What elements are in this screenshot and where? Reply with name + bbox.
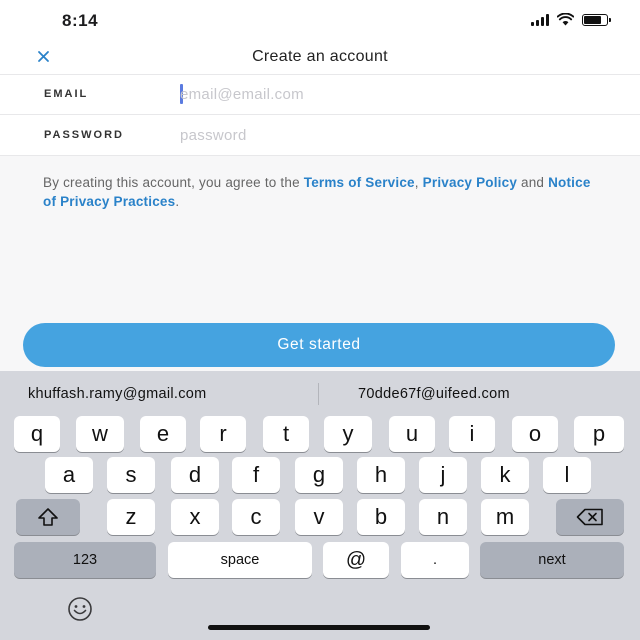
page-title: Create an account xyxy=(252,48,388,65)
legal-sep1: , xyxy=(414,175,423,190)
key-f[interactable]: f xyxy=(232,457,280,493)
password-field[interactable] xyxy=(180,123,600,147)
dot-key[interactable]: . xyxy=(401,542,469,578)
key-a[interactable]: a xyxy=(45,457,93,493)
key-z[interactable]: z xyxy=(107,499,155,535)
email-label: EMAIL xyxy=(44,88,89,100)
keyboard: khuffash.ramy@gmail.com 70dde67f@uifeed.… xyxy=(0,371,640,640)
legal-text: By creating this account, you agree to t… xyxy=(43,173,603,211)
key-g[interactable]: g xyxy=(295,457,343,493)
legal-suffix: . xyxy=(175,194,180,209)
key-o[interactable]: o xyxy=(512,416,558,452)
at-key[interactable]: @ xyxy=(323,542,389,578)
key-q[interactable]: q xyxy=(14,416,60,452)
status-time: 8:14 xyxy=(62,11,99,30)
home-indicator xyxy=(208,625,430,630)
next-key[interactable]: next xyxy=(480,542,624,578)
key-h[interactable]: h xyxy=(357,457,405,493)
backspace-key[interactable] xyxy=(556,499,624,535)
key-l[interactable]: l xyxy=(543,457,591,493)
key-e[interactable]: e xyxy=(140,416,186,452)
key-k[interactable]: k xyxy=(481,457,529,493)
key-r[interactable]: r xyxy=(200,416,246,452)
key-n[interactable]: n xyxy=(419,499,467,535)
emoji-icon xyxy=(68,597,92,621)
wifi-icon xyxy=(557,13,574,26)
email-field[interactable] xyxy=(180,82,600,106)
key-m[interactable]: m xyxy=(481,499,529,535)
email-row: EMAIL xyxy=(0,74,640,115)
nav-header: Create an account xyxy=(0,40,640,75)
key-c[interactable]: c xyxy=(232,499,280,535)
shift-key[interactable] xyxy=(16,499,80,535)
suggestion-1[interactable]: khuffash.ramy@gmail.com xyxy=(28,386,207,402)
battery-icon xyxy=(582,13,611,26)
key-u[interactable]: u xyxy=(389,416,435,452)
key-v[interactable]: v xyxy=(295,499,343,535)
terms-of-service-link[interactable]: Terms of Service xyxy=(304,175,415,190)
emoji-button[interactable] xyxy=(66,595,94,623)
key-w[interactable]: w xyxy=(76,416,124,452)
status-bar: 8:14 xyxy=(0,0,640,40)
numbers-key[interactable]: 123 xyxy=(14,542,156,578)
key-p[interactable]: p xyxy=(574,416,624,452)
password-row: PASSWORD xyxy=(0,115,640,156)
legal-sep2: and xyxy=(517,175,549,190)
key-x[interactable]: x xyxy=(171,499,219,535)
key-b[interactable]: b xyxy=(357,499,405,535)
backspace-icon xyxy=(576,508,603,526)
suggestion-divider xyxy=(318,383,319,405)
autofill-suggestions: khuffash.ramy@gmail.com 70dde67f@uifeed.… xyxy=(0,371,640,415)
status-icons xyxy=(531,13,611,26)
key-i[interactable]: i xyxy=(449,416,495,452)
privacy-policy-link[interactable]: Privacy Policy xyxy=(423,175,517,190)
space-key[interactable]: space xyxy=(168,542,312,578)
cellular-signal-icon xyxy=(531,13,549,26)
shift-icon xyxy=(38,508,58,526)
key-d[interactable]: d xyxy=(171,457,219,493)
key-j[interactable]: j xyxy=(419,457,467,493)
legal-prefix: By creating this account, you agree to t… xyxy=(43,175,304,190)
password-label: PASSWORD xyxy=(44,129,124,141)
get-started-button[interactable]: Get started xyxy=(23,323,615,367)
key-y[interactable]: y xyxy=(324,416,372,452)
key-t[interactable]: t xyxy=(263,416,309,452)
suggestion-2[interactable]: 70dde67f@uifeed.com xyxy=(358,386,510,402)
key-s[interactable]: s xyxy=(107,457,155,493)
